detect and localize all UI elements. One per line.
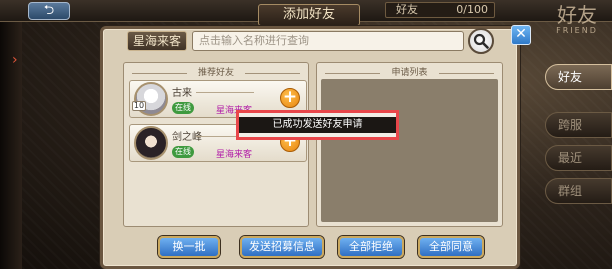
accept-all-button[interactable]: 全部同意	[418, 236, 484, 258]
online-status: 在线	[172, 102, 194, 114]
request-panel: 申请列表	[316, 62, 503, 227]
send-recruit-button[interactable]: 发送招募信息	[240, 236, 324, 258]
tab-cross-server[interactable]: 跨服	[545, 112, 612, 138]
back-arrow-icon: ⮌	[43, 3, 55, 18]
plus-icon: +	[282, 87, 298, 107]
tab-group[interactable]: 群组	[545, 178, 612, 204]
friend-count: 好友 0/100	[385, 2, 495, 18]
friend-brand: 好友 FRIEND	[542, 4, 612, 42]
avatar	[134, 126, 168, 160]
back-button[interactable]: ⮌	[28, 2, 70, 20]
friend-name: 古来	[172, 88, 192, 99]
side-arrow-icon[interactable]: ›	[12, 52, 18, 68]
search-button[interactable]	[468, 28, 494, 54]
friend-count-label: 好友	[396, 3, 418, 16]
tab-friends[interactable]: 好友	[545, 64, 612, 90]
toast-notification: 已成功发送好友申请	[236, 110, 399, 140]
friend-server: 星海来客	[216, 150, 253, 160]
level-badge: 10	[132, 101, 146, 111]
request-list	[321, 79, 498, 222]
page-title: 添加好友	[258, 4, 360, 26]
search-icon	[473, 33, 489, 49]
refresh-button[interactable]: 换一批	[158, 236, 220, 258]
online-status: 在线	[172, 146, 194, 158]
friend-count-value: 0/100	[456, 3, 488, 16]
brand-en: FRIEND	[556, 26, 598, 35]
brand-cn: 好友	[557, 3, 597, 27]
request-panel-header: 申请列表	[317, 67, 502, 79]
tab-recent[interactable]: 最近	[545, 145, 612, 171]
server-select-button[interactable]: 星海来客	[127, 31, 187, 51]
add-friend-button[interactable]: +	[280, 88, 300, 108]
close-button[interactable]: ✕	[511, 25, 531, 45]
recommend-panel-header: 推荐好友	[124, 67, 308, 79]
close-icon: ✕	[515, 26, 527, 42]
toast-message: 已成功发送好友申请	[239, 117, 396, 133]
search-input[interactable]: 点击输入名称进行查询	[192, 31, 464, 51]
left-strip	[0, 22, 22, 269]
reject-all-button[interactable]: 全部拒绝	[338, 236, 404, 258]
divider	[196, 92, 254, 93]
